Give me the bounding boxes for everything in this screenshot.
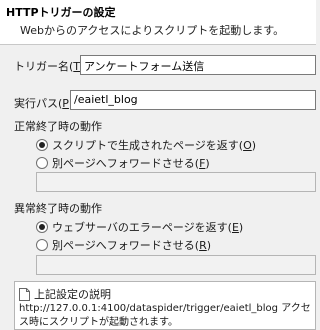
help-description: http://127.0.0.1:4100/dataspider/trigger… xyxy=(19,303,311,328)
document-icon xyxy=(19,287,30,301)
normal-exit-forward-input[interactable] xyxy=(36,172,316,192)
exec-path-label: 実行パス(P): xyxy=(14,97,77,110)
trigger-name-label: トリガー名(T): xyxy=(14,60,88,73)
help-panel: 上記設定の説明 http://127.0.0.1:4100/dataspider… xyxy=(14,281,316,330)
header-description: Webからのアクセスによりスクリプトを起動します。 xyxy=(20,24,285,37)
radio-checked-icon xyxy=(36,139,48,151)
radio-unchecked-icon xyxy=(36,239,48,251)
help-title: 上記設定の説明 xyxy=(34,288,111,301)
abnormal-exit-error-page-radio[interactable]: ウェブサーバのエラーページを返す(E) xyxy=(36,219,243,235)
header-title: HTTPトリガーの設定 xyxy=(6,6,116,19)
abnormal-exit-forward-radio[interactable]: 別ページへフォワードさせる(R) xyxy=(36,237,211,253)
dialog-header: HTTPトリガーの設定 Webからのアクセスによりスクリプトを起動します。 xyxy=(0,0,316,45)
abnormal-exit-forward-input[interactable] xyxy=(36,255,316,275)
exec-path-input[interactable]: /eaietl_blog xyxy=(70,90,316,110)
trigger-name-input[interactable]: アンケートフォーム送信 xyxy=(80,55,316,75)
normal-exit-return-page-radio[interactable]: スクリプトで生成されたページを返す(O) xyxy=(36,137,256,153)
radio-unchecked-icon xyxy=(36,157,48,169)
normal-exit-title: 正常終了時の動作 xyxy=(14,120,102,133)
help-title-row: 上記設定の説明 xyxy=(19,286,111,302)
radio-checked-icon xyxy=(36,221,48,233)
abnormal-exit-title: 異常終了時の動作 xyxy=(14,202,102,215)
normal-exit-forward-radio[interactable]: 別ページへフォワードさせる(F) xyxy=(36,155,210,171)
